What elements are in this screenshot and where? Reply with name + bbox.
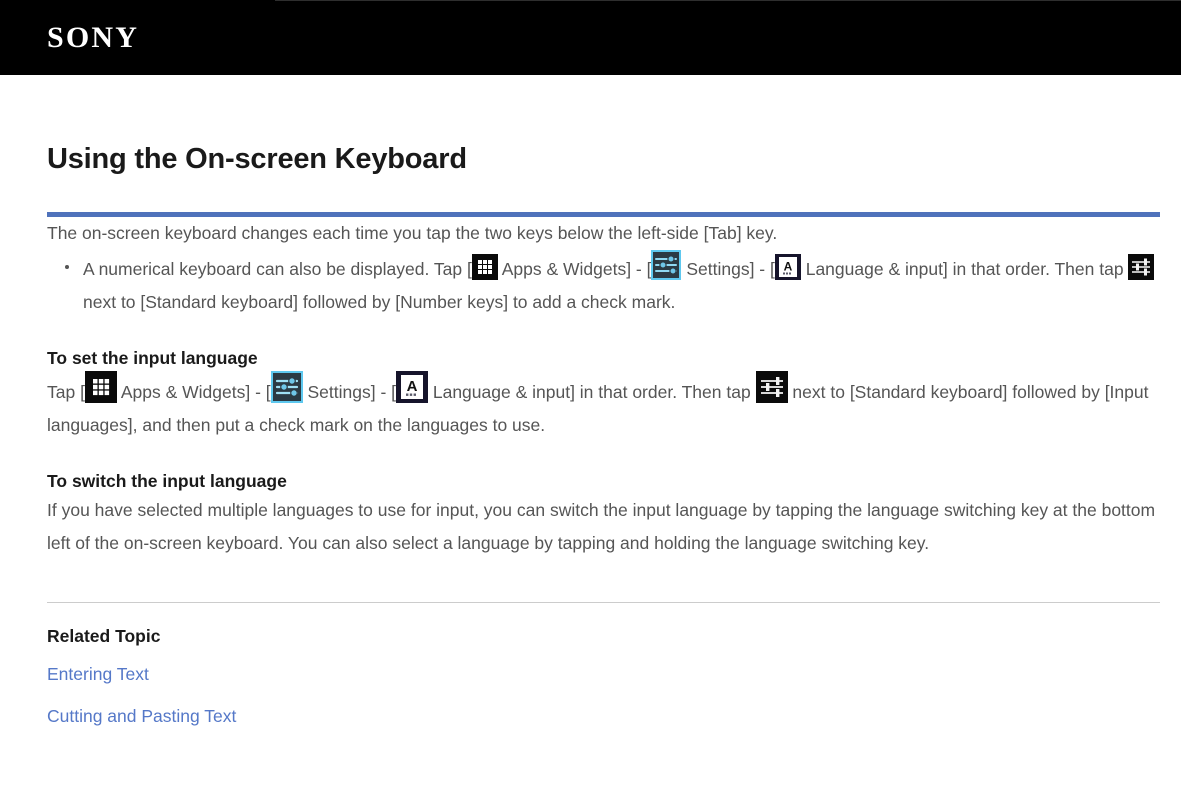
apps-widgets-icon bbox=[472, 254, 498, 280]
settings-sliders-icon bbox=[1128, 254, 1154, 280]
bullet-text-segment-4: Language & input] in that order. Then ta… bbox=[801, 259, 1129, 279]
bullet-text-segment-1: A numerical keyboard can also be display… bbox=[83, 259, 472, 279]
section-body-switch-input-language: If you have selected multiple languages … bbox=[47, 494, 1159, 560]
site-header: SONY bbox=[0, 0, 1181, 75]
bullet-text-segment-3: Settings] - [ bbox=[681, 259, 774, 279]
bullet-list: A numerical keyboard can also be display… bbox=[47, 250, 1159, 319]
settings-icon bbox=[271, 371, 303, 403]
bullet-text-segment-2: Apps & Widgets] - [ bbox=[498, 259, 652, 279]
related-topic-divider bbox=[47, 602, 1160, 603]
svg-text:A: A bbox=[407, 378, 418, 395]
section-text-segment-1: Tap [ bbox=[47, 382, 85, 402]
sony-logo[interactable]: SONY bbox=[47, 21, 139, 55]
section-body-set-input-language: Tap [ Apps & Widgets] - [ bbox=[47, 371, 1159, 442]
related-link-entering-text[interactable]: Entering Text bbox=[47, 658, 1159, 691]
apps-widgets-icon bbox=[85, 371, 117, 403]
section-heading-set-input-language: To set the input language bbox=[47, 345, 1159, 371]
settings-sliders-icon bbox=[756, 371, 788, 403]
intro-paragraph: The on-screen keyboard changes each time… bbox=[47, 217, 1159, 250]
section-text-segment-4: Language & input] in that order. Then ta… bbox=[428, 382, 756, 402]
page-content: Using the On-screen Keyboard The on-scre… bbox=[0, 141, 1181, 733]
bullet-text-segment-5: next to [Standard keyboard] followed by … bbox=[83, 292, 675, 312]
list-item: A numerical keyboard can also be display… bbox=[83, 250, 1159, 319]
section-text-segment-2: Apps & Widgets] - [ bbox=[117, 382, 271, 402]
settings-icon bbox=[651, 250, 681, 280]
language-input-icon: A bbox=[775, 254, 801, 280]
svg-text:A: A bbox=[784, 260, 793, 274]
section-text-segment-3: Settings] - [ bbox=[303, 382, 396, 402]
page-title: Using the On-screen Keyboard bbox=[47, 141, 1159, 177]
related-topic-heading: Related Topic bbox=[47, 623, 1159, 649]
related-link-cutting-and-pasting-text[interactable]: Cutting and Pasting Text bbox=[47, 700, 1159, 733]
section-heading-switch-input-language: To switch the input language bbox=[47, 468, 1159, 494]
language-input-icon: A bbox=[396, 371, 428, 403]
header-hairline bbox=[275, 0, 1181, 1]
